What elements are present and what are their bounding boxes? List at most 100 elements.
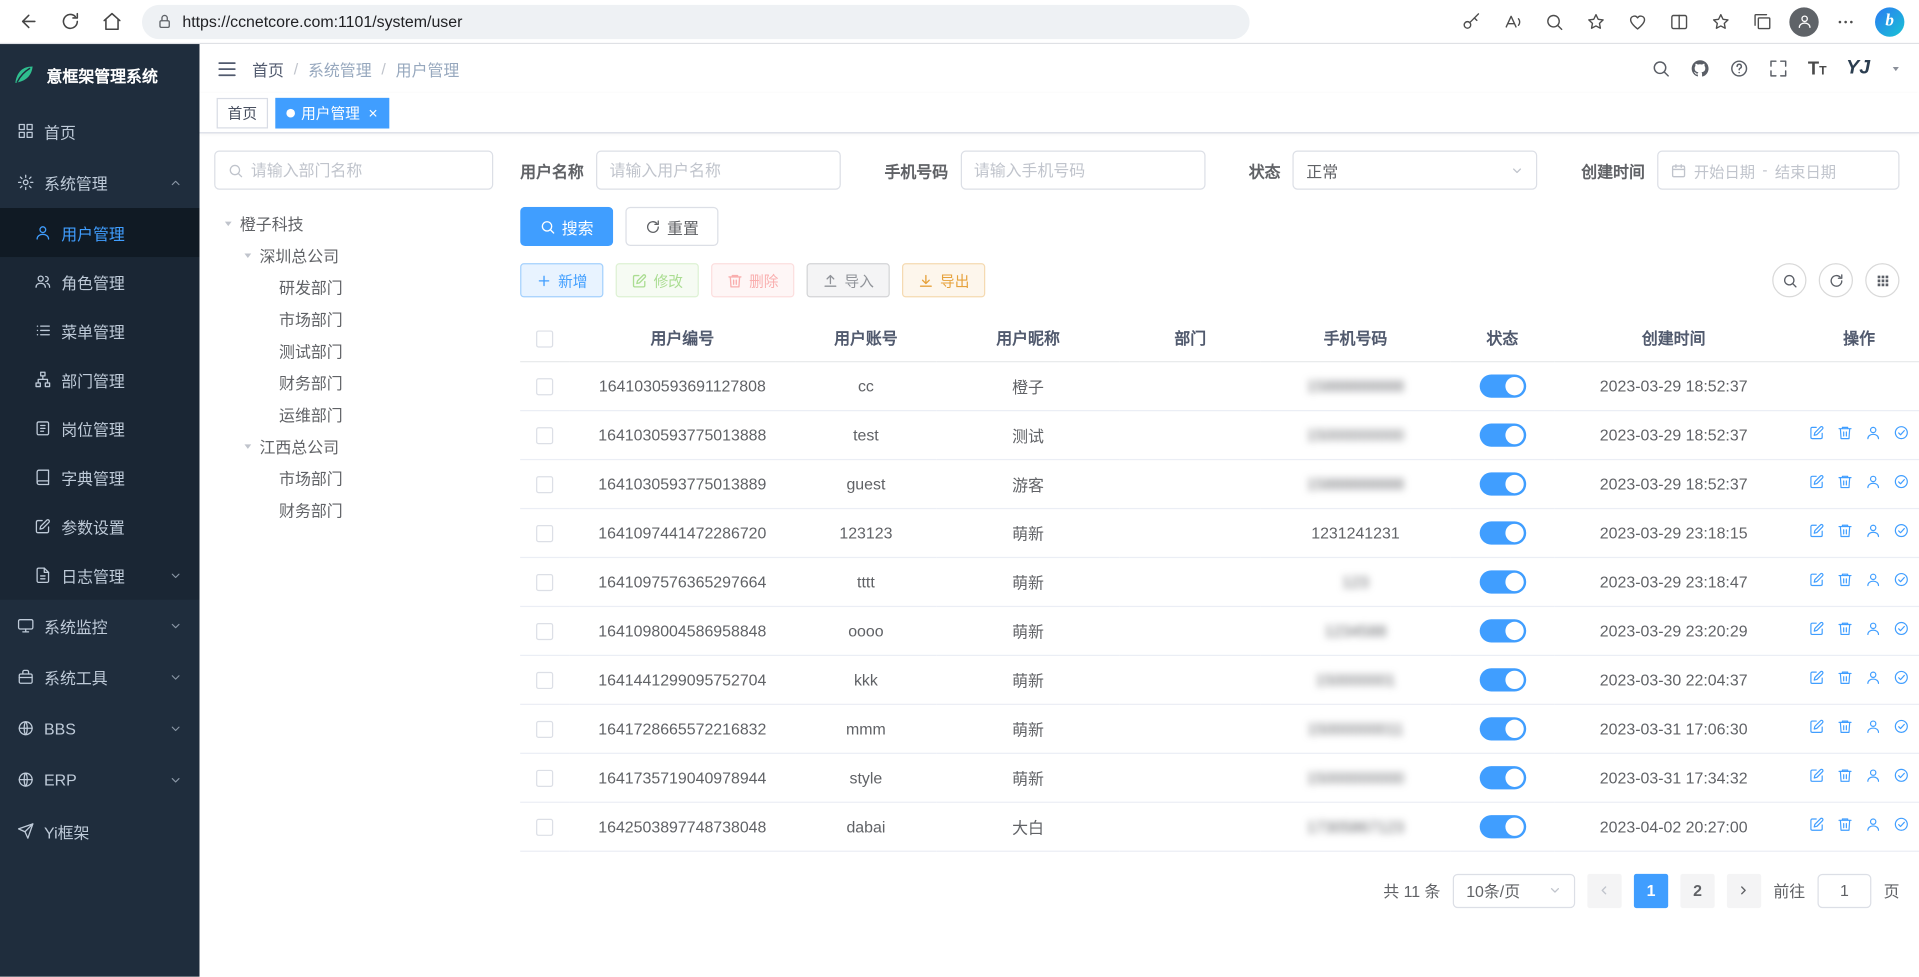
menu-fold-icon[interactable] (217, 58, 238, 79)
row-checkbox[interactable] (536, 427, 553, 444)
sidebar-item-dept-mgmt[interactable]: 部门管理 (0, 355, 199, 404)
font-size-icon[interactable]: T T (1808, 59, 1827, 77)
assign-role-icon[interactable] (1865, 718, 1881, 734)
tree-node[interactable]: 橙子科技 (214, 207, 493, 239)
edit-icon[interactable] (1809, 523, 1825, 539)
sidebar-item-param-settings[interactable]: 参数设置 (0, 502, 199, 551)
tree-node[interactable]: 研发部门 (214, 270, 493, 302)
zoom-button[interactable] (1535, 4, 1574, 38)
delete-icon[interactable] (1837, 669, 1853, 685)
check-icon[interactable] (1893, 767, 1909, 783)
date-range-picker[interactable]: 开始日期 - 结束日期 (1657, 151, 1899, 190)
delete-icon[interactable] (1837, 474, 1853, 490)
goto-page-input[interactable] (1817, 873, 1871, 907)
row-checkbox[interactable] (536, 525, 553, 542)
delete-button[interactable]: 删除 (711, 263, 794, 297)
check-icon[interactable] (1893, 474, 1909, 490)
reset-button[interactable]: 重置 (625, 207, 718, 246)
status-toggle[interactable] (1479, 668, 1526, 691)
search-button[interactable]: 搜索 (520, 207, 613, 246)
sidebar-item-role-mgmt[interactable]: 角色管理 (0, 257, 199, 306)
status-select[interactable]: 正常 (1293, 151, 1538, 190)
delete-icon[interactable] (1837, 718, 1853, 734)
search-icon[interactable] (1651, 59, 1671, 79)
check-icon[interactable] (1893, 523, 1909, 539)
tree-node[interactable]: 江西总公司 (214, 430, 493, 462)
address-bar[interactable]: https://ccnetcore.com:1101/system/user (142, 4, 1250, 38)
caret-down-icon[interactable] (1890, 62, 1902, 74)
home-button[interactable] (93, 4, 130, 38)
assign-role-icon[interactable] (1865, 572, 1881, 588)
delete-icon[interactable] (1837, 572, 1853, 588)
row-checkbox[interactable] (536, 819, 553, 836)
sidebar-item-system-mgmt[interactable]: 系统管理 (0, 157, 199, 208)
tab-home[interactable]: 首页 (217, 97, 268, 128)
status-toggle[interactable] (1479, 570, 1526, 593)
edit-button[interactable]: 修改 (616, 263, 699, 297)
password-key-button[interactable] (1452, 4, 1491, 38)
row-checkbox[interactable] (536, 574, 553, 591)
dept-search-input[interactable] (251, 161, 480, 179)
status-toggle[interactable] (1479, 423, 1526, 446)
check-icon[interactable] (1893, 816, 1909, 832)
split-screen-button[interactable] (1660, 4, 1699, 38)
sidebar-item-bbs[interactable]: BBS (0, 703, 199, 754)
refresh-table-button[interactable] (1819, 263, 1853, 297)
delete-icon[interactable] (1837, 621, 1853, 637)
status-toggle[interactable] (1479, 717, 1526, 740)
check-icon[interactable] (1893, 718, 1909, 734)
phone-input[interactable] (960, 151, 1205, 190)
row-checkbox[interactable] (536, 623, 553, 640)
toggle-search-button[interactable] (1772, 263, 1806, 297)
tree-expander-icon[interactable] (241, 439, 254, 452)
tree-node[interactable]: 财务部门 (214, 493, 493, 525)
tab-user-mgmt[interactable]: 用户管理 × (275, 97, 388, 128)
status-toggle[interactable] (1479, 815, 1526, 838)
assign-role-icon[interactable] (1865, 621, 1881, 637)
edit-icon[interactable] (1809, 767, 1825, 783)
sidebar-item-erp[interactable]: ERP (0, 754, 199, 805)
tree-node[interactable]: 财务部门 (214, 366, 493, 398)
browser-essentials-button[interactable] (1618, 4, 1657, 38)
sidebar-item-system-tools[interactable]: 系统工具 (0, 651, 199, 702)
sidebar-item-log-mgmt[interactable]: 日志管理 (0, 551, 199, 600)
reload-button[interactable] (51, 4, 88, 38)
edit-icon[interactable] (1809, 621, 1825, 637)
row-checkbox[interactable] (536, 378, 553, 395)
read-aloud-button[interactable] (1493, 4, 1532, 38)
tree-node[interactable]: 运维部门 (214, 398, 493, 430)
prev-page-button[interactable] (1587, 873, 1621, 907)
tree-expander-icon[interactable] (241, 248, 254, 261)
question-icon[interactable] (1730, 59, 1750, 79)
tree-node[interactable]: 市场部门 (214, 461, 493, 493)
status-toggle[interactable] (1479, 472, 1526, 495)
export-button[interactable]: 导出 (902, 263, 985, 297)
assign-role-icon[interactable] (1865, 523, 1881, 539)
profile-avatar[interactable] (1789, 7, 1818, 36)
page-size-select[interactable]: 10条/页 (1453, 873, 1575, 907)
edit-icon[interactable] (1809, 425, 1825, 441)
tree-expander-icon[interactable] (222, 216, 235, 229)
edit-icon[interactable] (1809, 718, 1825, 734)
close-icon[interactable]: × (368, 105, 377, 121)
next-page-button[interactable] (1727, 873, 1761, 907)
delete-icon[interactable] (1837, 523, 1853, 539)
fullscreen-icon[interactable] (1769, 59, 1789, 79)
edit-icon[interactable] (1809, 474, 1825, 490)
edit-icon[interactable] (1809, 669, 1825, 685)
collections-button[interactable] (1743, 4, 1782, 38)
row-checkbox[interactable] (536, 770, 553, 787)
delete-icon[interactable] (1837, 767, 1853, 783)
assign-role-icon[interactable] (1865, 425, 1881, 441)
assign-role-icon[interactable] (1865, 767, 1881, 783)
more-button[interactable] (1826, 4, 1865, 38)
sidebar-item-menu-mgmt[interactable]: 菜单管理 (0, 306, 199, 355)
copilot-icon[interactable]: b (1875, 7, 1904, 36)
username-input[interactable] (596, 151, 841, 190)
row-checkbox[interactable] (536, 672, 553, 689)
edit-icon[interactable] (1809, 572, 1825, 588)
favorites-add-button[interactable] (1576, 4, 1615, 38)
tree-node[interactable]: 深圳总公司 (214, 239, 493, 271)
check-icon[interactable] (1893, 669, 1909, 685)
assign-role-icon[interactable] (1865, 474, 1881, 490)
